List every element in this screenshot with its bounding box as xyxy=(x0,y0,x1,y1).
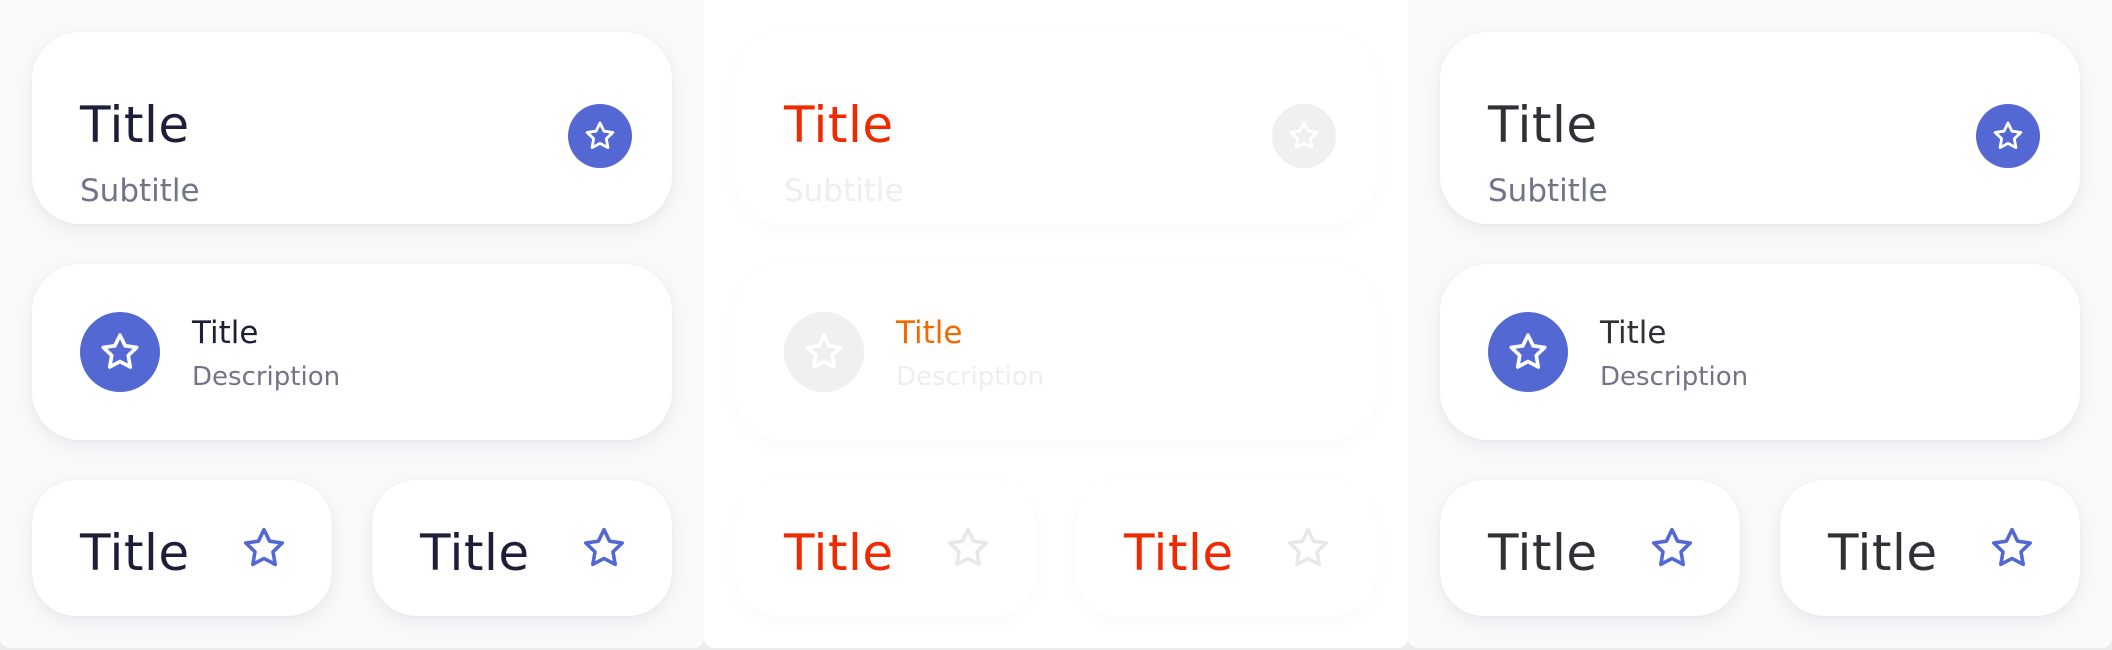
star-icon xyxy=(583,119,617,153)
list-card-title: Title xyxy=(192,315,259,351)
card-title: Title xyxy=(80,96,190,154)
star-icon xyxy=(1991,119,2025,153)
list-card-description: Description xyxy=(1600,362,1749,392)
list-card-description: Description xyxy=(192,362,341,392)
star-outline-icon xyxy=(944,524,992,572)
card-subtitle: Subtitle xyxy=(80,173,200,209)
variant-panel-2: Title Subtitle Title Description Title T… xyxy=(704,0,1408,648)
compact-card[interactable]: Title xyxy=(1780,480,2080,616)
list-card-title: Title xyxy=(1600,315,1667,351)
card-title: Title xyxy=(1488,96,1598,154)
compact-card-title: Title xyxy=(784,524,894,582)
favorite-button[interactable] xyxy=(568,104,632,168)
variant-panel-1: Title Subtitle Title Description Title T… xyxy=(0,0,704,648)
star-icon xyxy=(1287,119,1321,153)
star-outline-icon xyxy=(1284,524,1332,572)
favorite-button[interactable] xyxy=(1976,104,2040,168)
list-card[interactable]: Title Description xyxy=(1440,264,2080,440)
title-card[interactable]: Title Subtitle xyxy=(1440,32,2080,224)
compact-card-title: Title xyxy=(420,524,530,582)
star-outline-icon[interactable] xyxy=(240,524,288,572)
list-card-title: Title xyxy=(896,315,963,351)
compact-card[interactable]: Title xyxy=(372,480,672,616)
star-icon xyxy=(1506,330,1550,374)
avatar xyxy=(80,312,160,392)
card-title: Title xyxy=(784,96,894,154)
title-card-disabled: Title Subtitle xyxy=(736,32,1376,224)
compact-card-title: Title xyxy=(80,524,190,582)
list-card[interactable]: Title Description xyxy=(32,264,672,440)
card-subtitle: Subtitle xyxy=(784,173,904,209)
star-icon xyxy=(98,330,142,374)
compact-card-title: Title xyxy=(1488,524,1598,582)
star-icon xyxy=(802,330,846,374)
card-subtitle: Subtitle xyxy=(1488,173,1608,209)
compact-card-disabled: Title xyxy=(736,480,1036,616)
star-outline-icon[interactable] xyxy=(580,524,628,572)
avatar xyxy=(1488,312,1568,392)
compact-card[interactable]: Title xyxy=(1440,480,1740,616)
title-card[interactable]: Title Subtitle xyxy=(32,32,672,224)
compact-card-disabled: Title xyxy=(1076,480,1376,616)
star-outline-icon[interactable] xyxy=(1648,524,1696,572)
avatar xyxy=(784,312,864,392)
star-outline-icon[interactable] xyxy=(1988,524,2036,572)
list-card-disabled: Title Description xyxy=(736,264,1376,440)
list-card-description: Description xyxy=(896,362,1045,392)
compact-card-title: Title xyxy=(1124,524,1234,582)
compact-card[interactable]: Title xyxy=(32,480,332,616)
variant-panel-3: Title Subtitle Title Description Title T… xyxy=(1408,0,2112,648)
compact-card-title: Title xyxy=(1828,524,1938,582)
favorite-button xyxy=(1272,104,1336,168)
